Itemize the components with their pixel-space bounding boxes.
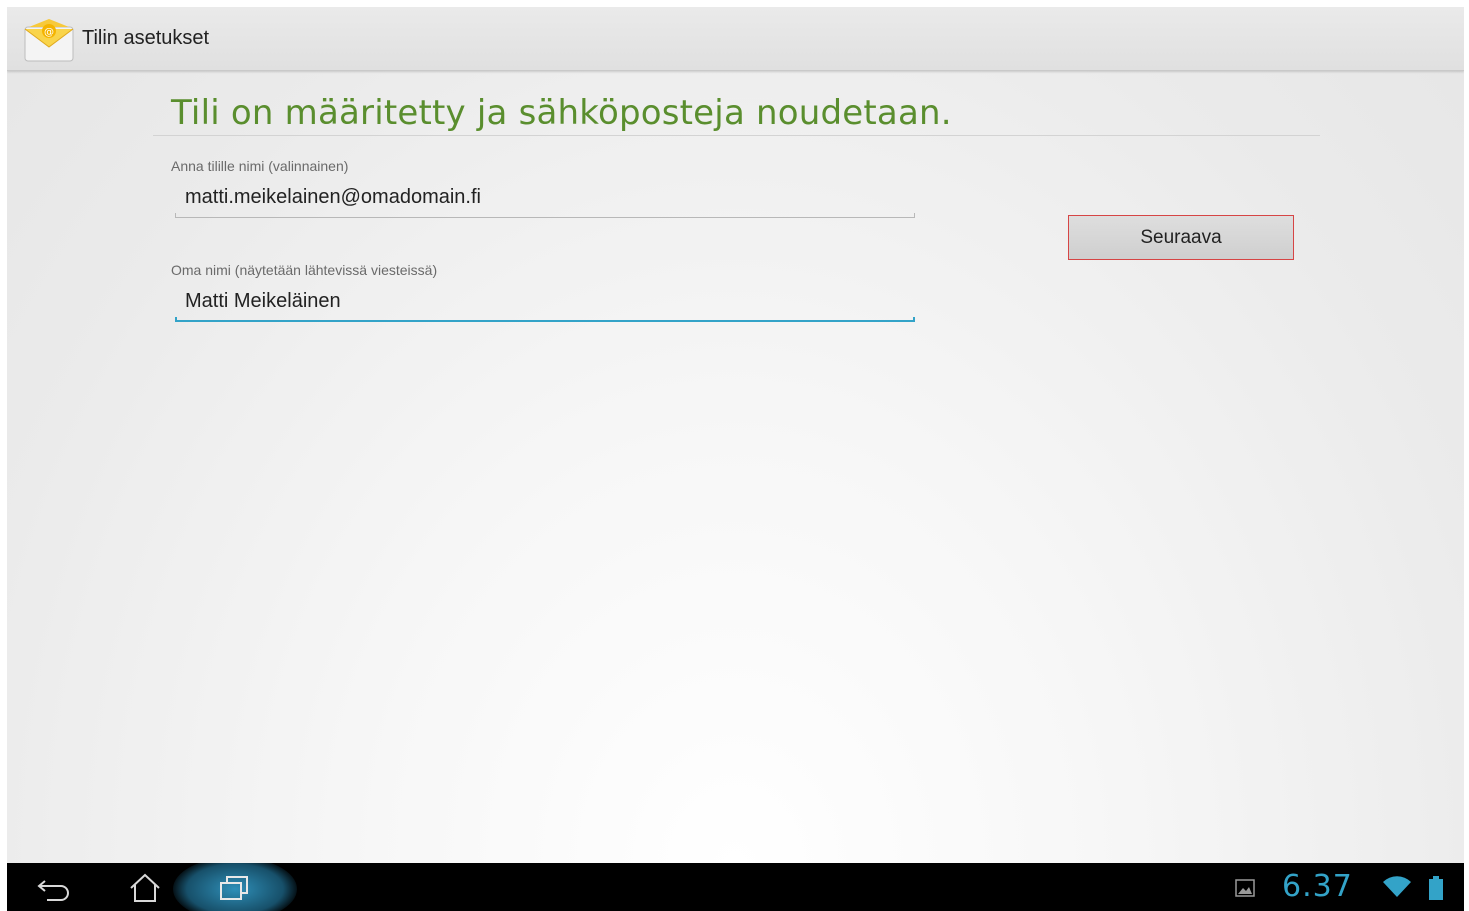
email-app-icon[interactable]: @ bbox=[23, 19, 75, 63]
input-underline bbox=[175, 217, 915, 218]
action-bar: @ Tilin asetukset bbox=[7, 7, 1464, 71]
input-tick-left bbox=[175, 317, 177, 322]
svg-text:@: @ bbox=[44, 27, 54, 38]
your-name-input[interactable]: Matti Meikeläinen bbox=[175, 286, 915, 322]
screen: @ Tilin asetukset Tili on määritetty ja … bbox=[7, 7, 1464, 911]
wifi-icon bbox=[1382, 875, 1412, 899]
account-name-value: matti.meikelainen@omadomain.fi bbox=[185, 186, 481, 208]
input-tick-right bbox=[913, 317, 915, 322]
next-button[interactable]: Seuraava bbox=[1068, 215, 1294, 260]
input-tick-right bbox=[914, 213, 915, 218]
heading-divider bbox=[153, 135, 1320, 136]
account-name-input[interactable]: matti.meikelainen@omadomain.fi bbox=[175, 182, 915, 218]
clock: 6.37 bbox=[1282, 869, 1353, 904]
app-title: Tilin asetukset bbox=[82, 27, 210, 49]
gallery-notification-icon[interactable] bbox=[1235, 879, 1255, 897]
battery-icon bbox=[1429, 876, 1443, 900]
back-icon[interactable] bbox=[35, 871, 75, 903]
input-underline bbox=[175, 320, 915, 322]
input-tick-left bbox=[175, 213, 176, 218]
home-icon[interactable] bbox=[125, 871, 165, 903]
your-name-value: Matti Meikeläinen bbox=[185, 290, 341, 312]
your-name-label: Oma nimi (näytetään lähtevissä viesteiss… bbox=[171, 262, 438, 278]
page-heading: Tili on määritetty ja sähköposteja noude… bbox=[171, 93, 952, 133]
account-name-label: Anna tilille nimi (valinnainen) bbox=[171, 158, 349, 174]
system-navigation-bar: 6.37 bbox=[7, 863, 1464, 911]
recent-apps-icon[interactable] bbox=[215, 871, 255, 903]
